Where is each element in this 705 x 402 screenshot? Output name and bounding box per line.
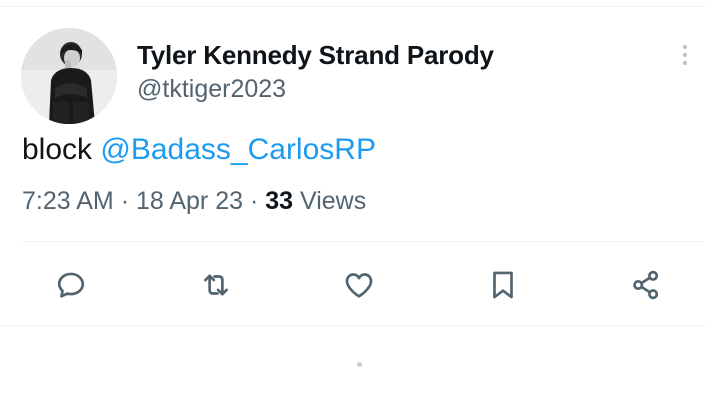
bookmark-icon — [493, 271, 513, 299]
tweet-metadata: 7:23 AM · 18 Apr 23 · 33 Views — [22, 187, 366, 216]
heart-icon — [345, 273, 373, 298]
share-button[interactable] — [623, 262, 669, 308]
avatar[interactable] — [21, 28, 117, 124]
meta-separator: · — [120, 187, 130, 215]
tweet-date[interactable]: 18 Apr 23 — [136, 187, 243, 215]
speech-bubble-icon — [57, 272, 85, 298]
retweet-arrows-icon — [204, 274, 228, 296]
tweet-time[interactable]: 7:23 AM — [22, 187, 114, 215]
more-options-button[interactable] — [672, 40, 698, 70]
share-icon — [633, 270, 659, 300]
author-display-name[interactable]: Tyler Kennedy Strand Parody — [137, 40, 494, 71]
loading-indicator — [357, 362, 362, 367]
avatar-image — [21, 28, 117, 124]
actions-divider — [22, 241, 704, 242]
tweet[interactable]: Tyler Kennedy Strand Parody @tktiger2023… — [0, 0, 705, 326]
retweet-button[interactable] — [193, 262, 239, 308]
bookmark-button[interactable] — [480, 262, 526, 308]
views-label: Views — [300, 187, 367, 215]
more-dot — [683, 61, 687, 65]
author-handle[interactable]: @tktiger2023 — [137, 75, 286, 104]
tweet-actions-bar — [0, 262, 705, 308]
tweet-text-body: block — [22, 133, 93, 166]
tweet-text: block @Badass_CarlosRP — [22, 133, 376, 167]
reply-button[interactable] — [48, 262, 94, 308]
like-button[interactable] — [336, 262, 382, 308]
views-count: 33 — [265, 187, 294, 215]
meta-separator: · — [249, 187, 259, 215]
bottom-divider — [0, 325, 705, 326]
more-dot — [683, 53, 687, 57]
more-dot — [683, 45, 687, 49]
mention-link[interactable]: @Badass_CarlosRP — [100, 133, 376, 166]
